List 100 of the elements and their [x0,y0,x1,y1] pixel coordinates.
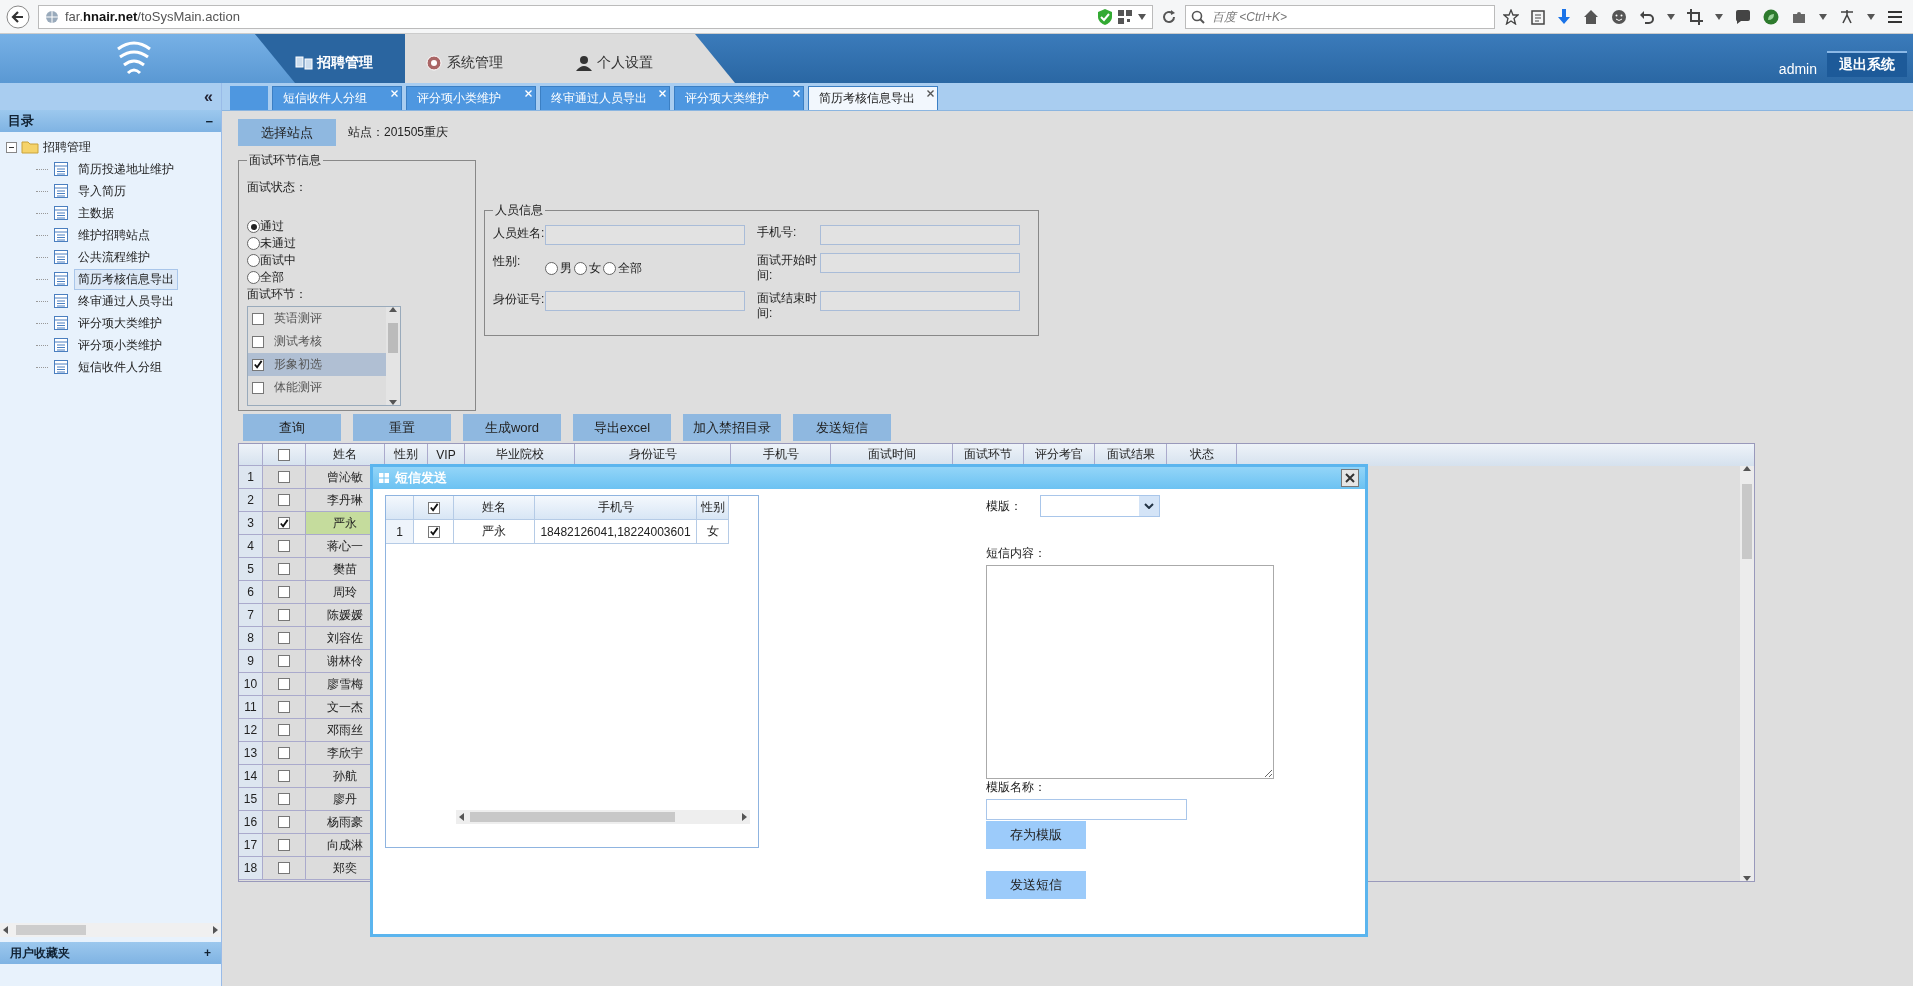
download-icon[interactable] [1557,8,1571,25]
tree-item[interactable]: 维护招聘站点 [74,224,154,246]
checkbox[interactable] [278,586,290,598]
tree-item[interactable]: 评分项大类维护 [74,312,166,334]
collapse-button[interactable]: « [204,87,213,106]
scrollbar-thumb[interactable] [16,925,86,935]
stage-option[interactable]: 测试考核 [248,330,386,353]
radio-button[interactable] [247,220,260,233]
chat-icon[interactable] [1735,8,1751,25]
expand-toggle[interactable]: + [204,946,211,960]
checkbox[interactable] [278,655,290,667]
name-field[interactable] [545,225,745,245]
id-number-field[interactable] [545,291,745,311]
checkbox[interactable] [252,335,264,348]
tree-item[interactable]: 短信收件人分组 [74,356,166,378]
checkbox[interactable] [278,724,290,736]
save-template-button[interactable]: 存为模版 [986,821,1086,849]
checkbox[interactable] [278,747,290,759]
clipboard-icon[interactable] [1531,8,1545,25]
tree-item[interactable]: 导入简历 [74,180,130,202]
action-button[interactable]: 导出excel [573,414,671,441]
checkbox[interactable] [278,632,290,644]
action-button[interactable]: 加入禁招目录 [683,414,781,441]
radio-button[interactable] [574,261,587,275]
stage-option[interactable]: 英语测评 [248,307,386,330]
column-header[interactable]: 性别 [697,496,729,520]
address-bar[interactable]: far.hnair.net/toSysMain.action [38,4,1153,29]
tree-item[interactable]: 公共流程维护 [74,246,154,268]
scroll-down-icon[interactable] [389,400,397,405]
send-sms-button[interactable]: 发送短信 [986,871,1086,899]
checkbox[interactable] [252,312,264,325]
scrollbar-thumb[interactable] [388,323,398,353]
home-icon[interactable] [1583,8,1599,25]
checkbox[interactable] [427,525,440,538]
radio-button[interactable] [247,271,260,284]
radio-button[interactable] [603,261,616,275]
star-icon[interactable] [1503,8,1519,25]
vertical-scrollbar[interactable] [1740,466,1754,881]
checkbox[interactable] [278,862,290,874]
smiley-icon[interactable] [1611,8,1627,25]
stage-option[interactable]: 体能测评 [248,376,386,399]
action-button[interactable]: 重置 [353,414,451,441]
reload-icon[interactable] [1161,8,1177,25]
qr-code-icon[interactable] [1118,9,1132,24]
tree-item[interactable]: 终审通过人员导出 [74,290,178,312]
search-field[interactable]: 百度 <Ctrl+K> [1185,4,1495,29]
checkbox[interactable] [278,517,290,529]
tree-item[interactable]: 主数据 [74,202,118,224]
caret-icon[interactable] [1667,13,1675,20]
action-button[interactable]: 发送短信 [793,414,891,441]
nav-tab[interactable]: 个人设置 [555,34,735,83]
template-name-field[interactable] [986,799,1187,820]
checkbox[interactable] [278,471,290,483]
checkbox[interactable] [278,793,290,805]
checkbox[interactable] [252,358,264,371]
logout-button[interactable]: 退出系统 [1827,51,1907,77]
end-time-field[interactable] [820,291,1020,311]
checkbox[interactable] [278,770,290,782]
scrollbar-thumb[interactable] [1742,484,1752,559]
select-all-checkbox[interactable] [278,448,290,461]
select-station-button[interactable]: 选择站点 [238,119,336,146]
column-header[interactable]: 手机号 [535,496,697,520]
checkbox[interactable] [278,563,290,575]
scroll-left-icon[interactable] [459,813,464,821]
horizontal-scrollbar[interactable] [456,810,750,824]
column-header[interactable]: 姓名 [454,496,535,520]
caret-icon[interactable] [1715,13,1723,20]
radio-button[interactable] [247,254,260,267]
stage-option[interactable]: 形象初选 [248,353,386,376]
caret-icon[interactable] [1819,13,1827,20]
scroll-down-icon[interactable] [1743,876,1751,881]
tree-item[interactable]: 评分项小类维护 [74,334,166,356]
collapse-toggle[interactable]: − [205,113,213,129]
checkbox[interactable] [278,609,290,621]
scroll-right-icon[interactable] [213,926,218,934]
tree-item[interactable]: 简历投递地址维护 [74,158,178,180]
checkbox[interactable] [278,540,290,552]
vertical-scrollbar[interactable] [386,307,400,405]
checkbox[interactable] [278,701,290,713]
radio-button[interactable] [545,261,558,275]
checkbox[interactable] [278,839,290,851]
select-all-checkbox[interactable] [427,501,440,514]
collapse-icon[interactable] [6,141,17,153]
action-button[interactable]: 查询 [243,414,341,441]
close-button[interactable] [1341,469,1359,487]
scroll-right-icon[interactable] [742,813,747,821]
tree-item[interactable]: 招聘管理 [43,138,91,156]
radio-button[interactable] [247,237,260,250]
tree-item[interactable]: 简历考核信息导出 [74,268,178,290]
caret-icon[interactable] [1867,13,1875,20]
menu-icon[interactable] [1887,9,1903,24]
start-time-field[interactable] [820,253,1020,273]
scroll-up-icon[interactable] [389,307,397,312]
close-icon[interactable] [927,90,934,97]
scrollbar-thumb[interactable] [470,812,675,822]
checkbox[interactable] [252,381,264,394]
scroll-left-icon[interactable] [3,926,8,934]
checkbox[interactable] [278,494,290,506]
crop-icon[interactable] [1687,8,1703,25]
leaf-icon[interactable] [1763,8,1779,25]
